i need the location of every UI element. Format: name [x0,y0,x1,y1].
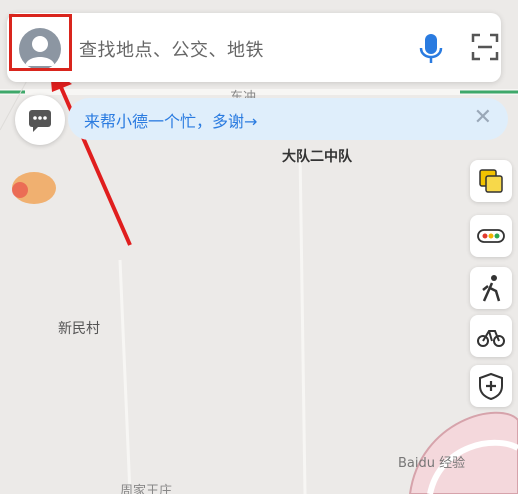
layers-icon [479,169,503,193]
safety-button[interactable] [470,365,512,407]
map-label-bottom: 周家王庄 [120,484,173,494]
highlight-box [9,14,72,71]
walk-button[interactable] [470,267,512,309]
map-label-xinmin: 新民村 [58,321,100,337]
message-button[interactable] [15,95,65,145]
layers-button[interactable] [470,160,512,202]
microphone-icon[interactable] [418,32,444,64]
feedback-banner[interactable]: 来帮小德一个忙，多谢→ ✕ [68,98,508,140]
close-icon[interactable]: ✕ [474,105,492,130]
scan-icon[interactable] [470,32,500,62]
message-icon [29,110,51,132]
walk-icon [482,275,501,302]
bike-button[interactable] [470,315,512,357]
map-toolbar [470,155,512,420]
traffic-button[interactable] [470,215,512,257]
banner-text[interactable]: 来帮小德一个忙，多谢→ [84,108,257,132]
shield-icon [479,372,503,400]
watermark: Baidu 经验 [398,456,466,471]
poi-marker-blurred[interactable] [8,168,58,208]
traffic-icon [477,229,505,243]
search-placeholder[interactable]: 查找地点、公交、地铁 [79,36,264,62]
map-label-dadui: 大队二中队 [282,149,352,165]
bike-icon [477,330,505,347]
